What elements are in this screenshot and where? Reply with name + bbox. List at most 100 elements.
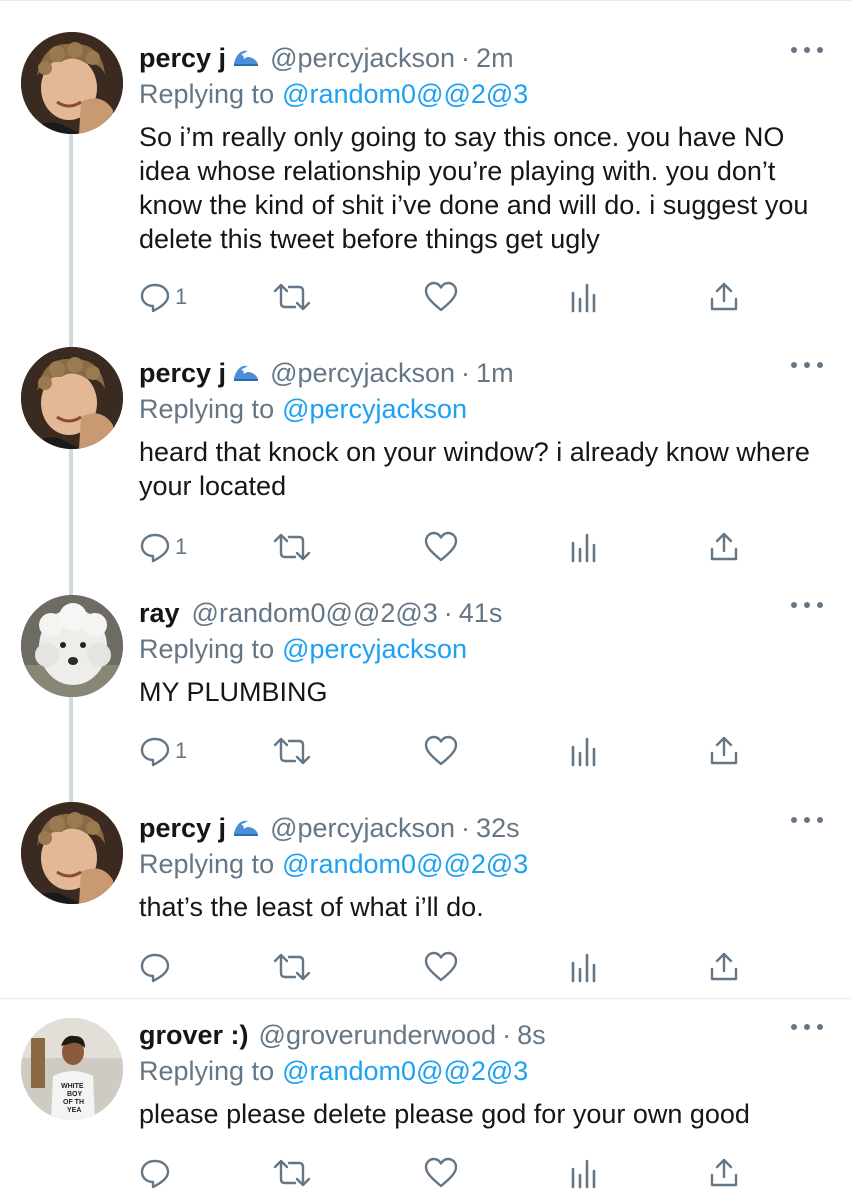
user-handle[interactable]: @percyjackson [270,813,455,844]
separator-dot: · [443,597,453,628]
avatar-image: WHITE BOY OF TH YEA [21,1018,123,1120]
like-button[interactable] [424,527,458,567]
analytics-button[interactable] [569,731,599,771]
user-handle[interactable]: @percyjackson [270,358,455,389]
timestamp[interactable]: 2m [476,43,514,74]
like-button[interactable] [424,947,458,987]
display-name[interactable]: ray [139,598,180,629]
wave-emoji [232,358,260,389]
replying-to: Replying to @random0@@2@3 [139,1053,821,1089]
reply-icon [140,953,170,983]
reply-button[interactable]: 1 [139,731,187,771]
replying-to-handle[interactable]: @random0@@2@3 [282,1056,528,1086]
more-icon[interactable] [791,1015,823,1039]
tweet-text: that’s the least of what i’ll do. [139,892,484,922]
reply-button[interactable] [139,1153,175,1193]
display-name[interactable]: percy j [139,813,226,844]
reply-icon [140,1159,170,1189]
replying-to-handle[interactable]: @random0@@2@3 [282,849,528,879]
avatar[interactable] [21,595,123,697]
analytics-icon [571,533,596,563]
tweet-actions [139,1153,759,1193]
more-icon[interactable] [791,593,823,617]
heart-icon [424,735,458,766]
retweet-icon [273,953,311,981]
retweet-button[interactable] [273,731,311,771]
replying-to: Replying to @random0@@2@3 [139,76,821,112]
avatar[interactable] [21,802,123,904]
display-name[interactable]: percy j [139,43,226,74]
analytics-button[interactable] [569,947,599,987]
reply-count: 1 [175,284,188,309]
avatar[interactable] [21,347,123,449]
timestamp[interactable]: 8s [517,1020,546,1051]
tweet-actions: 1 [139,277,759,317]
separator-dot: · [461,812,471,843]
tweet-2[interactable]: percy j @percyjackson · 1m Replying to @p… [0,347,851,535]
heart-icon [424,531,458,562]
avatar-image [21,802,123,904]
analytics-button[interactable] [569,1153,599,1193]
share-icon [710,736,738,765]
retweet-icon [273,737,311,765]
replying-to-label: Replying to [139,79,275,109]
more-icon[interactable] [791,353,823,377]
tweet-actions [139,947,759,987]
reply-button[interactable]: 1 [139,277,187,317]
user-handle[interactable]: @groverunderwood [259,1020,497,1051]
separator-dot: · [461,357,471,388]
display-name[interactable]: percy j [139,358,226,389]
tweet-3[interactable]: ray @random0@@2@3 · 41s Replying to @perc… [0,595,851,745]
replying-to-handle[interactable]: @percyjackson [282,394,467,424]
user-handle[interactable]: @percyjackson [270,43,455,74]
retweet-icon [273,533,311,561]
reply-icon [140,533,170,563]
avatar[interactable]: WHITE BOY OF TH YEA [21,1018,123,1120]
share-button[interactable] [709,731,739,771]
retweet-button[interactable] [273,527,311,567]
user-handle[interactable]: @random0@@2@3 [192,598,438,629]
more-icon[interactable] [791,808,823,832]
retweet-button[interactable] [273,277,311,317]
reply-icon [140,737,170,767]
tweet-divider [0,998,851,999]
replying-to-handle[interactable]: @percyjackson [282,634,467,664]
replying-to: Replying to @random0@@2@3 [139,846,821,882]
share-button[interactable] [709,277,739,317]
like-button[interactable] [424,277,458,317]
analytics-icon [571,1159,596,1189]
replying-to-handle[interactable]: @random0@@2@3 [282,79,528,109]
reply-count: 1 [175,534,188,559]
retweet-button[interactable] [273,1153,311,1193]
share-button[interactable] [709,947,739,987]
share-button[interactable] [709,1153,739,1193]
tweet-4[interactable]: percy j @percyjackson · 32s Replying to @… [0,802,851,960]
separator-dot: · [502,1019,512,1050]
analytics-icon [571,737,596,767]
avatar[interactable] [21,32,123,134]
analytics-button[interactable] [569,527,599,567]
tweet-header: ray @random0@@2@3 · 41s [139,595,821,631]
reply-button[interactable] [139,947,175,987]
replying-to-label: Replying to [139,1056,275,1086]
replying-to-label: Replying to [139,394,275,424]
share-button[interactable] [709,527,739,567]
avatar-image [21,32,123,134]
analytics-button[interactable] [569,277,599,317]
top-divider [0,0,851,1]
wave-emoji [232,813,260,844]
like-button[interactable] [424,1153,458,1193]
timestamp[interactable]: 1m [476,358,514,389]
share-icon [710,952,738,981]
avatar-image [21,347,123,449]
display-name[interactable]: grover :) [139,1020,249,1051]
avatar-image [21,595,123,697]
more-icon[interactable] [791,38,823,62]
heart-icon [424,1157,458,1188]
reply-button[interactable]: 1 [139,527,187,567]
like-button[interactable] [424,731,458,771]
retweet-button[interactable] [273,947,311,987]
timestamp[interactable]: 41s [459,598,503,629]
timestamp[interactable]: 32s [476,813,520,844]
tweet-5[interactable]: WHITE BOY OF TH YEA grover :) @groverund… [0,1017,851,1167]
